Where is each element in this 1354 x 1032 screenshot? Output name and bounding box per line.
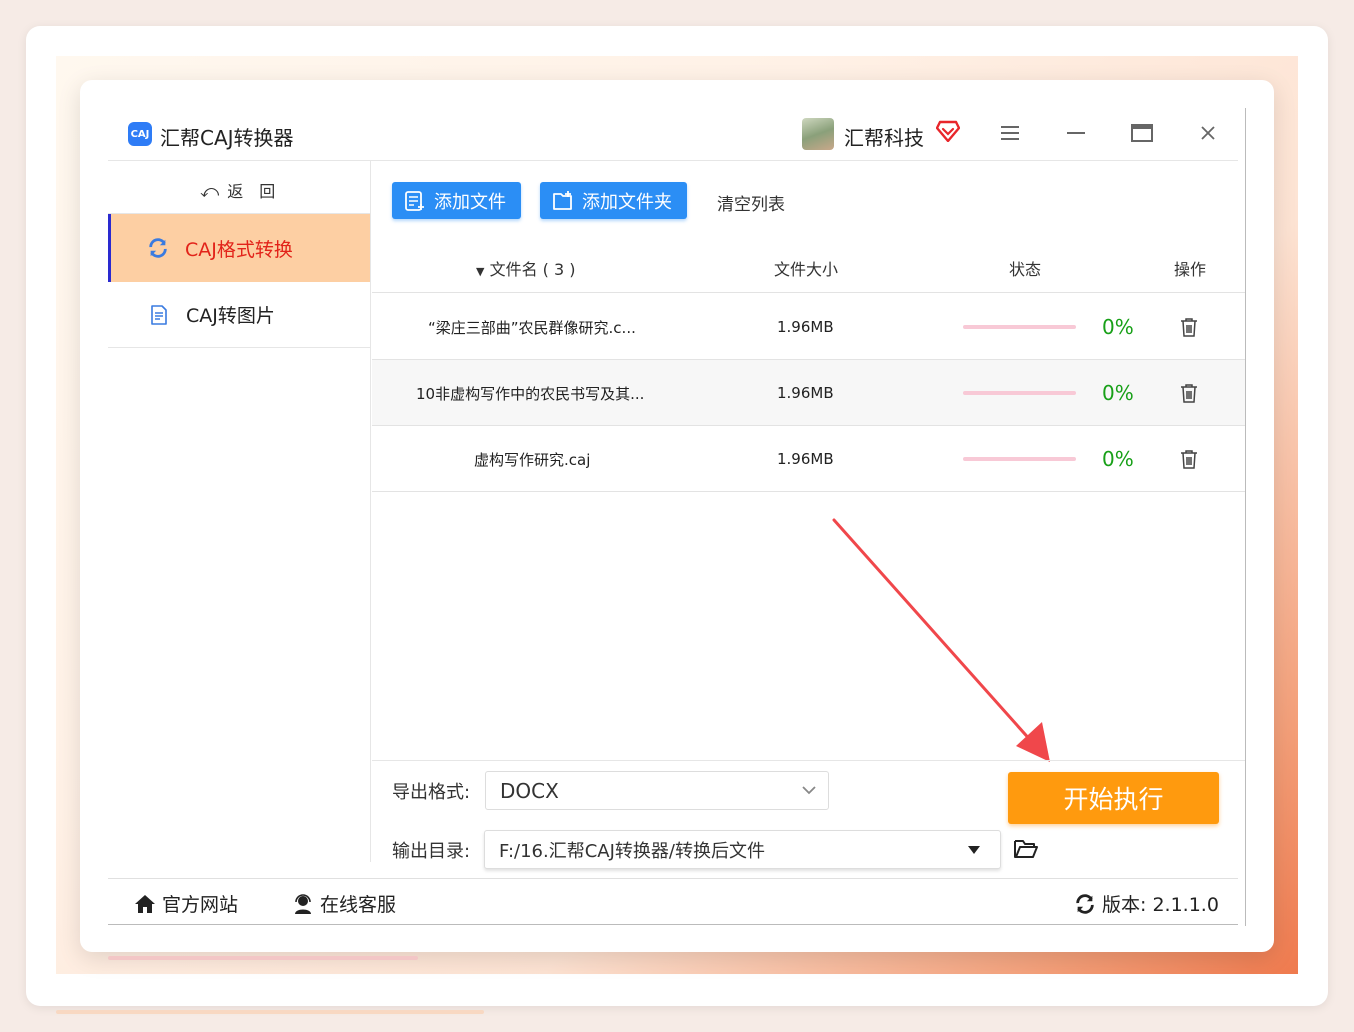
document-icon (151, 304, 167, 325)
vip-diamond-icon[interactable] (936, 120, 960, 142)
hamburger-icon (1001, 126, 1019, 140)
minimize-icon (1067, 132, 1085, 134)
add-file-button[interactable]: 添加文件 (392, 182, 521, 219)
chevron-down-icon (802, 786, 816, 795)
trash-icon (1181, 450, 1197, 469)
decorative-line (56, 1010, 484, 1014)
file-size: 1.96MB (777, 318, 834, 336)
update-icon (1076, 893, 1094, 914)
caret-down-icon (968, 846, 980, 854)
output-dir-label: 输出目录: (392, 841, 471, 862)
sidebar-divider (370, 160, 371, 862)
close-button[interactable] (1193, 118, 1223, 148)
minimize-button[interactable] (1061, 118, 1091, 148)
trash-icon (1181, 318, 1197, 337)
app-title: 汇帮CAJ转换器 (160, 126, 294, 150)
avatar[interactable] (802, 118, 834, 150)
settings-divider (372, 760, 1245, 761)
add-folder-icon (553, 190, 572, 210)
progress-percent: 0% (1102, 381, 1134, 405)
back-arrow-icon: ⤺ (200, 181, 220, 202)
version-info[interactable]: 版本: 2.1.1.0 (1074, 890, 1219, 917)
file-name: 虚构写作研究.caj (474, 450, 591, 469)
add-file-icon (405, 190, 424, 211)
export-format-select[interactable]: DOCX (485, 771, 829, 810)
online-support-link[interactable]: 在线客服 (292, 890, 396, 917)
file-name: “梁庄三部曲”农民群像研究.c... (428, 318, 636, 337)
delete-button[interactable] (1180, 360, 1200, 426)
sidebar-item-caj-to-image[interactable]: CAJ转图片 (108, 282, 370, 348)
delete-button[interactable] (1180, 426, 1200, 492)
support-agent-icon (295, 893, 311, 914)
footer-bottom-border (108, 924, 1238, 925)
app-logo-icon: CAJ (128, 122, 152, 146)
start-button[interactable]: 开始执行 (1008, 772, 1219, 824)
app-window: CAJ 汇帮CAJ转换器 汇帮科技 ⤺ 返 回 CAJ格式转换 CAJ转图片 添… (80, 80, 1274, 952)
user-name[interactable]: 汇帮科技 (844, 122, 924, 151)
add-folder-button[interactable]: 添加文件夹 (540, 182, 687, 219)
file-size: 1.96MB (777, 384, 834, 402)
back-button[interactable]: ⤺ 返 回 (200, 178, 275, 202)
refresh-icon (149, 238, 167, 258)
table-row[interactable]: 10非虚构写作中的农民书写及其... 1.96MB 0% (372, 360, 1245, 426)
file-name: 10非虚构写作中的农民书写及其... (416, 384, 645, 403)
annotation-arrow-icon (832, 518, 1050, 762)
sidebar-item-caj-convert[interactable]: CAJ格式转换 (108, 214, 370, 282)
header-divider (108, 160, 1238, 161)
menu-button[interactable] (995, 118, 1025, 148)
export-format-label: 导出格式: (392, 782, 471, 803)
file-size: 1.96MB (777, 450, 834, 468)
trash-icon (1181, 384, 1197, 403)
table-header-divider (372, 292, 1245, 293)
maximize-icon (1131, 124, 1153, 142)
column-header-status: 状态 (1009, 260, 1042, 279)
maximize-button[interactable] (1127, 118, 1157, 148)
sidebar-item-label: CAJ转图片 (186, 305, 275, 327)
column-header-size: 文件大小 (774, 260, 839, 279)
footer-divider (108, 878, 1238, 879)
output-dir-select[interactable]: F:/16.汇帮CAJ转换器/转换后文件 (484, 830, 1001, 869)
sort-down-icon: ▼ (476, 265, 485, 278)
official-website-link[interactable]: 官方网站 (134, 890, 238, 917)
clear-list-button[interactable]: 清空列表 (717, 190, 785, 215)
progress-percent: 0% (1102, 315, 1134, 339)
progress-bar (963, 391, 1076, 395)
progress-bar (963, 325, 1076, 329)
open-folder-icon[interactable] (1013, 838, 1039, 860)
delete-button[interactable] (1180, 294, 1200, 360)
column-header-name[interactable]: ▼ 文件名 ( 3 ) (476, 256, 576, 280)
close-icon (1201, 126, 1215, 140)
table-row[interactable]: 虚构写作研究.caj 1.96MB 0% (372, 426, 1245, 492)
window-right-border (1245, 108, 1246, 926)
progress-bar (963, 457, 1076, 461)
sidebar-item-label: CAJ格式转换 (185, 238, 293, 261)
decorative-line (108, 956, 418, 960)
table-row[interactable]: “梁庄三部曲”农民群像研究.c... 1.96MB 0% (372, 294, 1245, 360)
home-icon (135, 894, 155, 913)
progress-percent: 0% (1102, 447, 1134, 471)
column-header-action: 操作 (1174, 260, 1207, 279)
